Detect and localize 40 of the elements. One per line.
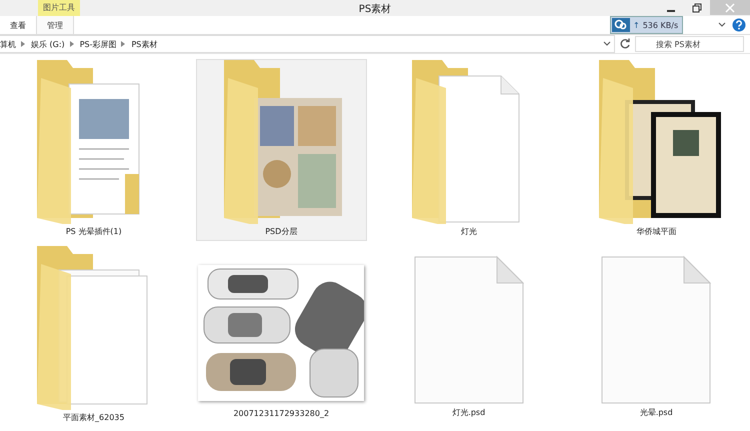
breadcrumb-item[interactable]: PS-彩屏图 [80,38,116,50]
breadcrumb-item[interactable]: 算机 [0,38,16,50]
file-tile[interactable]: 20071231172933280_2 [196,245,367,419]
chevron-icon[interactable] [718,22,726,28]
file-name: 灯光 [460,226,477,237]
file-tile[interactable]: PSD分层 [196,59,367,241]
close-icon [725,2,735,12]
breadcrumb-item[interactable]: 娱乐 (G:) [31,38,65,50]
ribbon-tab[interactable]: 管理 [36,16,74,34]
file-name: 平面素材_62035 [63,412,124,423]
search-field[interactable]: 搜索 PS素材 [635,36,744,52]
chevron-icon [121,41,126,47]
document-icon [412,255,525,405]
file-tile[interactable]: PS 光晕插件(1) [8,59,180,241]
refresh-icon[interactable] [619,38,631,50]
breadcrumb-item[interactable]: PS素材 [131,38,158,50]
file-tile[interactable]: 灯光 [383,59,554,241]
document-icon [600,255,712,405]
chevron-icon [21,41,26,47]
window-title: PS素材 [358,2,392,16]
dropdown-icon[interactable] [603,41,611,47]
upload-arrow: ↑ [633,20,640,30]
context-tab-header: 图片工具 [38,0,80,16]
restore-icon [692,2,702,12]
file-tile[interactable]: 灯光.psd [383,245,554,419]
chevron-icon [70,41,75,47]
file-name: PSD分层 [265,226,298,237]
file-name: 光晕.psd [640,407,673,418]
file-name: 华侨城平面 [636,226,676,237]
help-icon[interactable] [732,18,746,32]
file-tile[interactable]: 光晕.psd [570,245,742,419]
minimize-icon [667,10,675,12]
ribbon-tab[interactable]: 查看 [0,16,36,34]
address-bar[interactable]: 算机 娱乐 (G:) PS-彩屏图 PS素材 [0,35,615,53]
speed-reading: 536 KB/s [642,20,678,30]
file-name: 20071231172933280_2 [233,409,330,418]
file-tile[interactable]: 华侨城平面 [570,59,742,241]
file-name: 灯光.psd [452,407,486,418]
file-name: PS 光晕插件(1) [66,226,122,237]
search-input[interactable]: 搜索 PS素材 [636,40,746,48]
